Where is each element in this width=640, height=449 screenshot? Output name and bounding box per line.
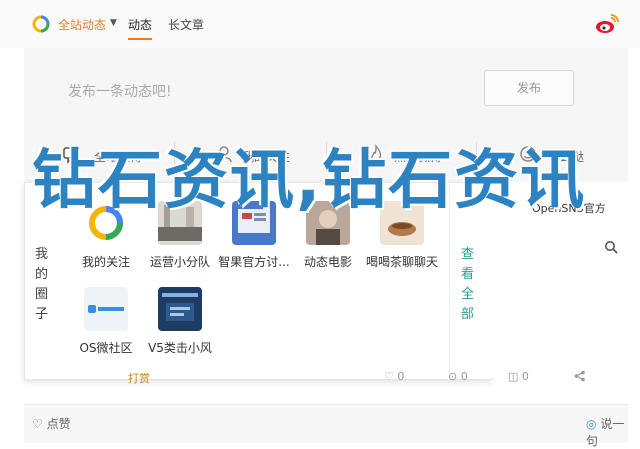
panel-title-char: 我 xyxy=(35,247,49,262)
weibo-icon[interactable] xyxy=(594,12,620,36)
post-footer: ♡ 点赞 ◎ 说一句 xyxy=(24,404,628,448)
view-all-link[interactable]: 查 看 全 部 xyxy=(461,245,475,325)
count-value: 0 xyxy=(460,370,468,383)
panel-title-vertical: 我 的 圈 子 xyxy=(35,245,49,325)
watermark-overlay-text: 钻石资讯,钻石资讯 xyxy=(32,144,587,218)
count-value: 0 xyxy=(397,370,405,383)
view-all-char: 全 xyxy=(461,287,475,302)
compose-box: 发布一条动态吧! 发布 xyxy=(24,48,628,131)
like-button[interactable]: ♡ 点赞 xyxy=(32,415,71,432)
post-actions: 打赏 ♡ 0 ⊙ 0 ◫ 0 xyxy=(24,366,628,390)
tab-feed[interactable]: 动态 xyxy=(128,16,152,33)
repost-count[interactable]: ◫ 0 xyxy=(508,370,529,383)
comment-count[interactable]: ⊙ 0 xyxy=(448,370,468,383)
like-label: 点赞 xyxy=(46,417,71,431)
panel-title-char: 的 xyxy=(35,267,49,282)
panel-title-char: 子 xyxy=(35,307,49,322)
logo-icon xyxy=(32,15,50,33)
view-all-char: 查 xyxy=(461,247,475,262)
comment-button[interactable]: ◎ 说一句 xyxy=(586,415,628,449)
reward-tag[interactable]: 打赏 xyxy=(128,370,150,386)
publish-button[interactable]: 发布 xyxy=(484,70,574,106)
compose-input[interactable]: 发布一条动态吧! xyxy=(68,81,172,101)
site-scope-dropdown[interactable]: 全站动态 xyxy=(58,16,106,33)
circle-item[interactable]: V5类击小风 xyxy=(135,287,225,356)
circle-item-label: 喝喝茶聊聊天 xyxy=(365,255,438,269)
view-all-char: 部 xyxy=(461,307,475,322)
opensns-v5-cover-icon xyxy=(158,287,202,331)
comment-icon: ◎ xyxy=(586,417,597,431)
count-value: 0 xyxy=(521,370,529,383)
active-tab-indicator xyxy=(128,38,152,40)
panel-title-char: 圈 xyxy=(35,287,49,302)
circle-item-label: V5类击小风 xyxy=(148,341,212,355)
top-bar: 全站动态 ▼ 动态 长文章 xyxy=(0,0,640,48)
opensns-logo-icon xyxy=(84,287,128,331)
chevron-down-icon[interactable]: ▼ xyxy=(110,18,117,28)
search-icon[interactable] xyxy=(604,240,618,254)
view-all-char: 看 xyxy=(461,267,475,282)
share-icon[interactable] xyxy=(574,370,586,382)
tab-articles[interactable]: 长文章 xyxy=(168,16,204,33)
view-count: ♡ 0 xyxy=(384,370,405,383)
